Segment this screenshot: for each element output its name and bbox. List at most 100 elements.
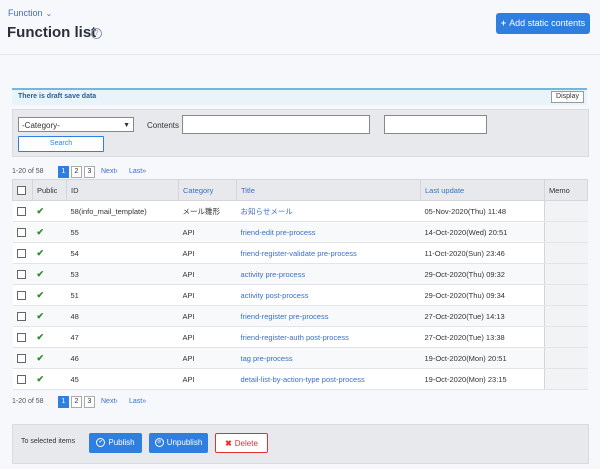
row-checkbox[interactable]: [16, 248, 26, 258]
breadcrumb-function[interactable]: Function: [8, 8, 43, 18]
check-circle-icon: ✔: [96, 438, 106, 448]
public-cell: ✔: [32, 347, 67, 369]
row-select-cell[interactable]: [12, 242, 33, 264]
id-cell: 45: [66, 368, 179, 390]
column-category[interactable]: Category: [178, 179, 237, 201]
public-check-icon: ✔: [36, 268, 45, 279]
row-select-cell[interactable]: [12, 305, 33, 327]
last-label: Last: [129, 168, 143, 175]
page-1-button[interactable]: 1: [58, 396, 69, 408]
public-cell: ✔: [32, 326, 67, 348]
memo-cell: [544, 305, 588, 327]
table-header-row: Public ID Category Title Last update Mem…: [12, 179, 588, 201]
bulk-actions-bar: To selected items ✔ Publish ⊘ Unpublish ✖ D…: [12, 424, 589, 464]
memo-cell: [544, 200, 588, 222]
unpublish-button[interactable]: ⊘ Unpublish: [149, 433, 208, 453]
row-select-cell[interactable]: [12, 200, 33, 222]
row-checkbox[interactable]: [16, 311, 26, 321]
title-link[interactable]: activity pre-process: [236, 263, 421, 285]
title-link[interactable]: friend-edit pre-process: [236, 221, 421, 243]
breadcrumb[interactable]: Function ⌄: [8, 8, 52, 18]
memo-cell: [544, 242, 588, 264]
title-link[interactable]: friend-register-validate pre-process: [236, 242, 421, 264]
row-select-cell[interactable]: [12, 263, 33, 285]
page-header: Function ⌄ Function list ? + Add static co…: [0, 0, 600, 55]
row-select-cell[interactable]: [12, 284, 33, 306]
table-row[interactable]: ✔ 53 API activity pre-process 29-Oct-2020(Th…: [12, 263, 588, 285]
help-icon[interactable]: ?: [91, 28, 102, 39]
row-checkbox[interactable]: [16, 353, 26, 363]
column-last-update[interactable]: Last update: [420, 179, 545, 201]
page-2-button[interactable]: 2: [71, 166, 82, 178]
table-row[interactable]: ✔ 51 API activity post-process 29-Oct-2020(T…: [12, 284, 588, 306]
table-row[interactable]: ✔ 54 API friend-register-validate pre-proce…: [12, 242, 588, 264]
column-memo: Memo: [544, 179, 588, 201]
search-button[interactable]: Search: [18, 136, 104, 152]
display-draft-button[interactable]: Display: [551, 91, 584, 103]
title-link[interactable]: detail-list-by-action-type post-process: [236, 368, 421, 390]
page-3-button[interactable]: 3: [84, 396, 95, 408]
page-2-button[interactable]: 2: [71, 396, 82, 408]
title-link[interactable]: activity post-process: [236, 284, 421, 306]
table-row[interactable]: ✔ 46 API tag pre-process 19-Oct-2020(Mon) 20…: [12, 347, 588, 369]
chevron-down-icon[interactable]: ⌄: [46, 9, 53, 18]
row-select-cell[interactable]: [12, 326, 33, 348]
category-cell: メール雛形: [178, 200, 237, 222]
row-checkbox[interactable]: [16, 206, 26, 216]
select-all-cell[interactable]: [12, 179, 33, 201]
last-page-link[interactable]: Last»: [129, 398, 146, 405]
publish-button[interactable]: ✔ Publish: [89, 433, 142, 453]
category-select[interactable]: -Category- ▼: [18, 117, 134, 132]
memo-cell: [544, 347, 588, 369]
row-select-cell[interactable]: [12, 368, 33, 390]
public-check-icon: ✔: [36, 205, 45, 216]
page-3-button[interactable]: 3: [84, 166, 95, 178]
select-all-checkbox[interactable]: [17, 185, 26, 195]
memo-cell: [544, 368, 588, 390]
last-page-link[interactable]: Last»: [129, 168, 146, 175]
contents-label: Contents: [147, 121, 180, 130]
row-select-cell[interactable]: [12, 221, 33, 243]
category-cell: API: [178, 221, 237, 243]
next-page-link[interactable]: Next›: [101, 398, 118, 405]
public-cell: ✔: [32, 368, 67, 390]
category-cell: API: [178, 368, 237, 390]
row-checkbox[interactable]: [16, 374, 26, 384]
pagination-top: 1-20 of 58 1 2 3 Next› Last»: [12, 166, 212, 178]
ban-icon: ⊘: [154, 438, 164, 448]
result-count: 1-20 of 58: [12, 398, 44, 405]
column-public: Public: [32, 179, 67, 201]
row-checkbox[interactable]: [16, 269, 26, 279]
table-row[interactable]: ✔ 48 API friend-register pre-process 27-Oct-…: [12, 305, 588, 327]
row-select-cell[interactable]: [12, 347, 33, 369]
category-cell: API: [178, 347, 237, 369]
delete-button[interactable]: ✖ Delete: [215, 433, 268, 453]
table-row[interactable]: ✔ 55 API friend-edit pre-process 14-Oct-2020…: [12, 221, 588, 243]
column-title[interactable]: Title: [236, 179, 421, 201]
last-update-cell: 11-Oct-2020(Sun) 23:46: [420, 242, 545, 264]
row-checkbox[interactable]: [16, 332, 26, 342]
contents-secondary-input[interactable]: [384, 115, 487, 134]
public-cell: ✔: [32, 284, 67, 306]
add-static-contents-button[interactable]: + Add static contents: [496, 13, 590, 34]
table-row[interactable]: ✔ 45 API detail-list-by-action-type post-pr…: [12, 368, 588, 390]
table-row[interactable]: ✔ 47 API friend-register-auth post-process 2…: [12, 326, 588, 348]
column-id: ID: [66, 179, 179, 201]
title-link[interactable]: friend-register pre-process: [236, 305, 421, 327]
page-1-button[interactable]: 1: [58, 166, 69, 178]
category-cell: API: [178, 326, 237, 348]
id-cell: 53: [66, 263, 179, 285]
title-link[interactable]: お知らせメール: [236, 200, 421, 222]
id-cell: 46: [66, 347, 179, 369]
table-row[interactable]: ✔ 58(info_mail_template) メール雛形 お知らせメール 05-No…: [12, 200, 588, 222]
row-checkbox[interactable]: [16, 227, 26, 237]
draft-notice-text: There is draft save data: [18, 93, 97, 100]
next-page-link[interactable]: Next›: [101, 168, 118, 175]
row-checkbox[interactable]: [16, 290, 26, 300]
contents-search-input[interactable]: [182, 115, 370, 134]
title-link[interactable]: tag pre-process: [236, 347, 421, 369]
title-link[interactable]: friend-register-auth post-process: [236, 326, 421, 348]
public-cell: ✔: [32, 221, 67, 243]
category-cell: API: [178, 305, 237, 327]
public-check-icon: ✔: [36, 352, 45, 363]
